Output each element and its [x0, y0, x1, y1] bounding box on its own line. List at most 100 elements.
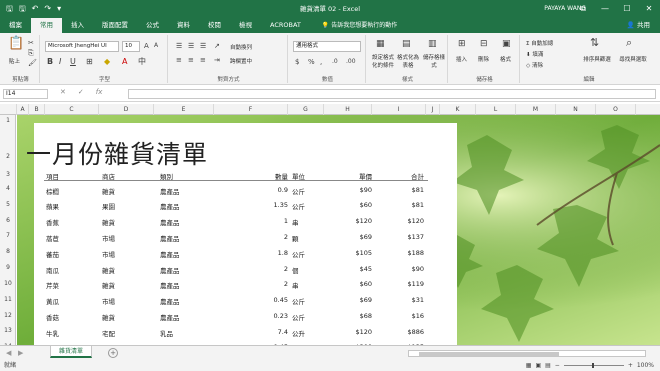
- cell-price[interactable]: $60: [340, 280, 372, 288]
- cell-total[interactable]: $31: [392, 296, 424, 304]
- sort-filter-button[interactable]: 排序與篩選: [582, 55, 612, 63]
- fill-button[interactable]: ⬇ 填滿: [526, 50, 543, 58]
- cell-item[interactable]: 黃瓜: [46, 296, 59, 306]
- cell-unit[interactable]: 公斤: [292, 249, 305, 259]
- cell-unit[interactable]: 公斤: [292, 201, 305, 211]
- align-right-icon[interactable]: ≡: [200, 55, 206, 65]
- cell-price[interactable]: $69: [340, 296, 372, 304]
- horizontal-scrollbar[interactable]: [408, 350, 646, 357]
- column-header-n[interactable]: N: [556, 104, 596, 115]
- tab-file[interactable]: 檔案: [0, 18, 31, 33]
- comma-icon[interactable]: ,: [320, 57, 322, 67]
- cell-item[interactable]: 芹菜: [46, 280, 59, 290]
- row-header-10[interactable]: 10: [0, 280, 16, 287]
- cell-category[interactable]: 農產品: [160, 249, 180, 259]
- next-sheet-icon[interactable]: ▶: [18, 349, 23, 357]
- save-icon-2[interactable]: 🖫: [19, 0, 26, 18]
- font-size-select[interactable]: 10: [122, 41, 140, 52]
- phonetic-icon[interactable]: 中: [138, 57, 146, 67]
- formula-input[interactable]: [128, 89, 656, 99]
- cell-qty[interactable]: 1.8: [258, 249, 288, 257]
- cell-store[interactable]: 果園: [102, 201, 115, 211]
- prev-sheet-icon[interactable]: ◀: [6, 349, 11, 357]
- row-header-9[interactable]: 9: [0, 264, 16, 271]
- cell-total[interactable]: $81: [392, 186, 424, 194]
- row-header-5[interactable]: 5: [0, 201, 16, 208]
- delete-cells-icon[interactable]: ⊟: [480, 39, 488, 49]
- cell-store[interactable]: 市場: [102, 233, 115, 243]
- cell-qty[interactable]: 0.9: [258, 186, 288, 194]
- cell-category[interactable]: 農產品: [160, 217, 180, 227]
- sort-filter-icon[interactable]: ⇅: [590, 37, 599, 48]
- grow-font-icon[interactable]: A: [144, 41, 149, 51]
- cell-price[interactable]: $68: [340, 312, 372, 320]
- cell-price[interactable]: $90: [340, 186, 372, 194]
- zoom-level[interactable]: 100%: [637, 360, 654, 371]
- cell-total[interactable]: $120: [392, 217, 424, 225]
- scroll-thumb[interactable]: [419, 352, 559, 356]
- row-header-1[interactable]: 1: [0, 117, 16, 124]
- underline-icon[interactable]: U: [70, 57, 76, 67]
- paste-icon[interactable]: 📋: [8, 37, 24, 50]
- column-header-c[interactable]: C: [45, 104, 99, 115]
- save-icon[interactable]: 🖫: [6, 0, 13, 18]
- cell-qty[interactable]: 2: [258, 280, 288, 288]
- insert-cells-icon[interactable]: ⊞: [458, 39, 466, 49]
- cell-unit[interactable]: 公斤: [292, 296, 305, 306]
- align-left-icon[interactable]: ≡: [176, 55, 182, 65]
- column-header-f[interactable]: F: [214, 104, 288, 115]
- cell-category[interactable]: 農產品: [160, 186, 180, 196]
- sheet-tab-grocery[interactable]: 雜貨清單: [50, 346, 92, 358]
- cell-store[interactable]: 雜貨: [102, 265, 115, 275]
- find-select-icon[interactable]: ⌕: [626, 37, 632, 48]
- cell-store[interactable]: 市場: [102, 296, 115, 306]
- italic-icon[interactable]: I: [59, 57, 61, 67]
- row-header-8[interactable]: 8: [0, 248, 16, 255]
- cell-category[interactable]: 農產品: [160, 265, 180, 275]
- name-box[interactable]: I14: [3, 89, 48, 99]
- tab-view[interactable]: 檢視: [230, 18, 261, 33]
- row-header-3[interactable]: 3: [0, 171, 16, 178]
- autosum-button[interactable]: Σ 自動加總: [526, 39, 553, 47]
- cell-item[interactable]: 香蕉: [46, 217, 59, 227]
- cell-item[interactable]: 棕櫚: [46, 186, 59, 196]
- cell-price[interactable]: $45: [340, 265, 372, 273]
- tab-review[interactable]: 校閱: [199, 18, 230, 33]
- cell-item[interactable]: 萵苣: [46, 233, 59, 243]
- increase-decimal-icon[interactable]: .0: [332, 57, 338, 67]
- format-painter-icon[interactable]: 🖌: [28, 58, 37, 68]
- cell-category[interactable]: 農產品: [160, 201, 180, 211]
- cell-category[interactable]: 農產品: [160, 233, 180, 243]
- align-bottom-icon[interactable]: ☰: [200, 41, 206, 51]
- cell-unit[interactable]: 串: [292, 217, 299, 227]
- borders-icon[interactable]: ⊞: [86, 57, 93, 67]
- column-header-g[interactable]: G: [288, 104, 324, 115]
- cell-unit[interactable]: 公斤: [292, 186, 305, 196]
- cell-item[interactable]: 蕃茄: [46, 249, 59, 259]
- column-header-e[interactable]: E: [154, 104, 214, 115]
- cell-qty[interactable]: 1: [258, 217, 288, 225]
- fill-color-icon[interactable]: ◆: [104, 57, 110, 67]
- cell-total[interactable]: $16: [392, 312, 424, 320]
- zoom-in-icon[interactable]: +: [628, 360, 633, 371]
- cell-store[interactable]: 雜貨: [102, 312, 115, 322]
- cell-item[interactable]: 南瓜: [46, 265, 59, 275]
- align-middle-icon[interactable]: ☰: [188, 41, 194, 51]
- column-header-b[interactable]: B: [29, 104, 45, 115]
- number-format-select[interactable]: 通用格式: [293, 41, 361, 52]
- cell-qty[interactable]: 0.23: [258, 312, 288, 320]
- column-header-m[interactable]: M: [516, 104, 556, 115]
- tab-insert[interactable]: 插入: [62, 18, 93, 33]
- column-header-j[interactable]: J: [426, 104, 440, 115]
- share-button[interactable]: 👤 共用: [627, 18, 650, 33]
- column-header-l[interactable]: L: [476, 104, 516, 115]
- cell-total[interactable]: $886: [392, 328, 424, 336]
- merge-center-button[interactable]: 跨欄置中: [230, 57, 252, 65]
- conditional-format-button[interactable]: 設定格式化的條件: [370, 53, 396, 69]
- cell-category[interactable]: 農產品: [160, 280, 180, 290]
- column-header-i[interactable]: I: [372, 104, 426, 115]
- cell-item[interactable]: 蘋果: [46, 201, 59, 211]
- cell-unit[interactable]: 公斤: [292, 312, 305, 322]
- cell-unit[interactable]: 串: [292, 280, 299, 290]
- cell-qty[interactable]: 0.45: [258, 296, 288, 304]
